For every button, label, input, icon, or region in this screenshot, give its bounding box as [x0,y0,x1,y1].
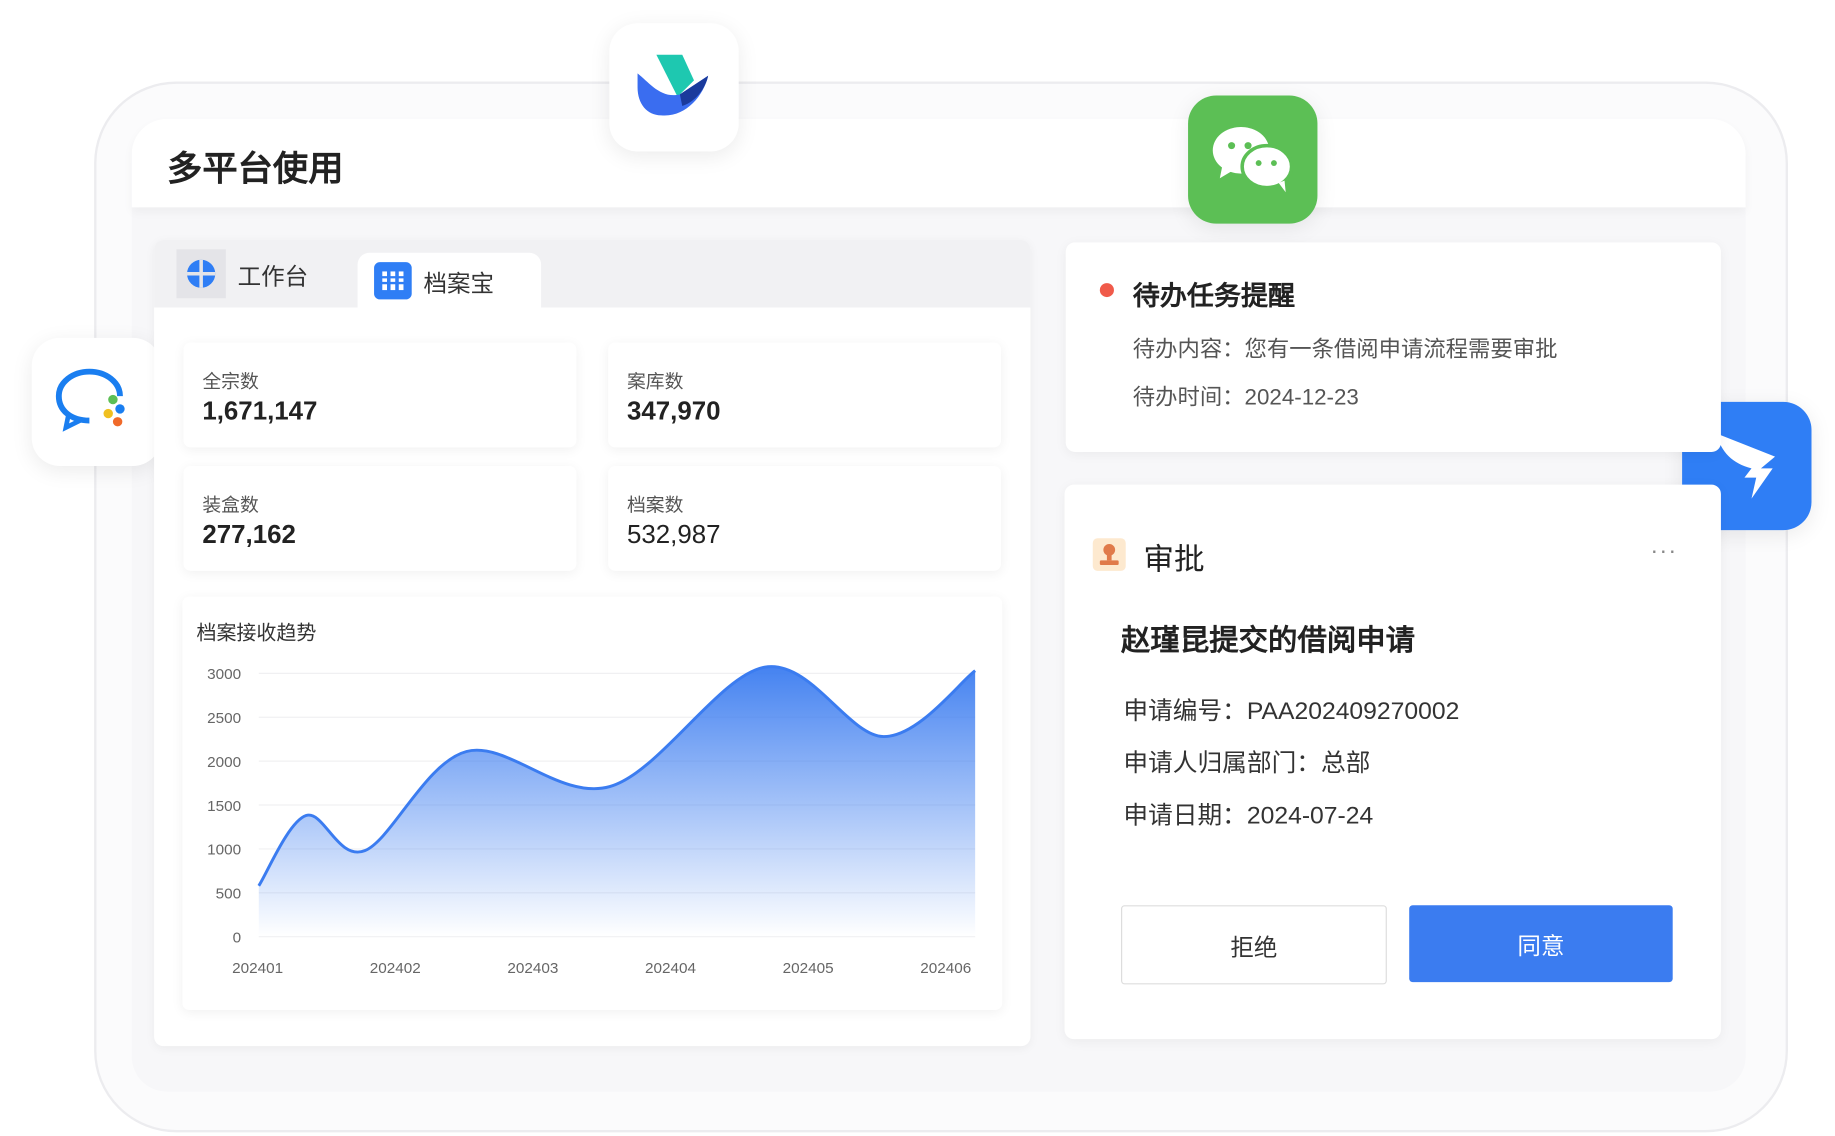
stat-card: 全宗数 1,671,147 [183,342,577,448]
area-fill [258,666,976,937]
x-tick-label: 202405 [783,960,834,977]
stat-value: 1,671,147 [202,396,318,426]
workbench-icon [176,249,226,299]
stat-label: 全宗数 [202,372,259,393]
wecom-app-icon [31,337,162,466]
chart-title: 档案接收趋势 [196,622,317,645]
header-bar [131,118,1746,208]
y-tick-label: 1500 [207,798,241,815]
applicant-department: 申请人归属部门：总部 [1123,750,1371,778]
x-tick-label: 202404 [645,960,697,977]
page-title: 多平台使用 [167,150,344,189]
tab-archive[interactable]: 档案宝 [357,252,542,309]
y-tick-label: 1000 [207,842,241,859]
approval-title: 审批 [1143,541,1205,577]
todo-status-dot [1099,283,1114,298]
y-tick-label: 2500 [207,710,241,727]
y-tick-label: 2000 [207,754,241,771]
trend-chart: 0 500 1000 1500 2000 2500 3000 202401 202402 2024… [207,665,977,977]
stat-label: 装盒数 [202,496,259,517]
todo-time: 待办时间：2024-12-23 [1132,385,1359,411]
todo-content[interactable]: 待办内容：您有一条借阅申请流程需要审批 [1133,332,1558,363]
feishu-app-icon [609,23,739,152]
y-tick-label: 0 [233,930,242,947]
stat-card: 案库数 347,970 [608,342,1002,448]
y-tick-label: 500 [216,886,241,903]
application-number: 申请编号：PAA202409270002 [1123,697,1460,725]
tab-workbench[interactable]: 工作台 [176,249,308,299]
stat-value: 532,987 [626,519,721,549]
stat-label: 档案数 [626,496,684,517]
x-tick-label: 202401 [232,960,283,977]
x-tick-label: 202406 [920,960,971,977]
stat-label: 案库数 [626,372,684,393]
stamp-icon [1092,538,1126,571]
x-tick-label: 202402 [370,960,421,977]
approve-button[interactable]: 同意 [1409,905,1673,983]
wechat-app-icon [1188,95,1318,224]
application-date: 申请日期：2024-07-24 [1123,802,1374,830]
x-tick-label: 202403 [507,960,558,977]
y-tick-label: 3000 [207,666,241,683]
reject-button[interactable]: 拒绝 [1121,905,1387,985]
approval-subject: 赵瑾昆提交的借阅申请 [1121,624,1416,658]
more-options-button[interactable]: ··· [1650,538,1677,565]
stat-card: 装盒数 277,162 [183,466,577,571]
todo-title: 待办任务提醒 [1132,280,1296,312]
stat-card: 档案数 532,987 [608,466,1002,571]
stat-value: 277,162 [202,519,296,549]
archive-icon [374,262,412,300]
stat-value: 347,970 [626,396,721,426]
